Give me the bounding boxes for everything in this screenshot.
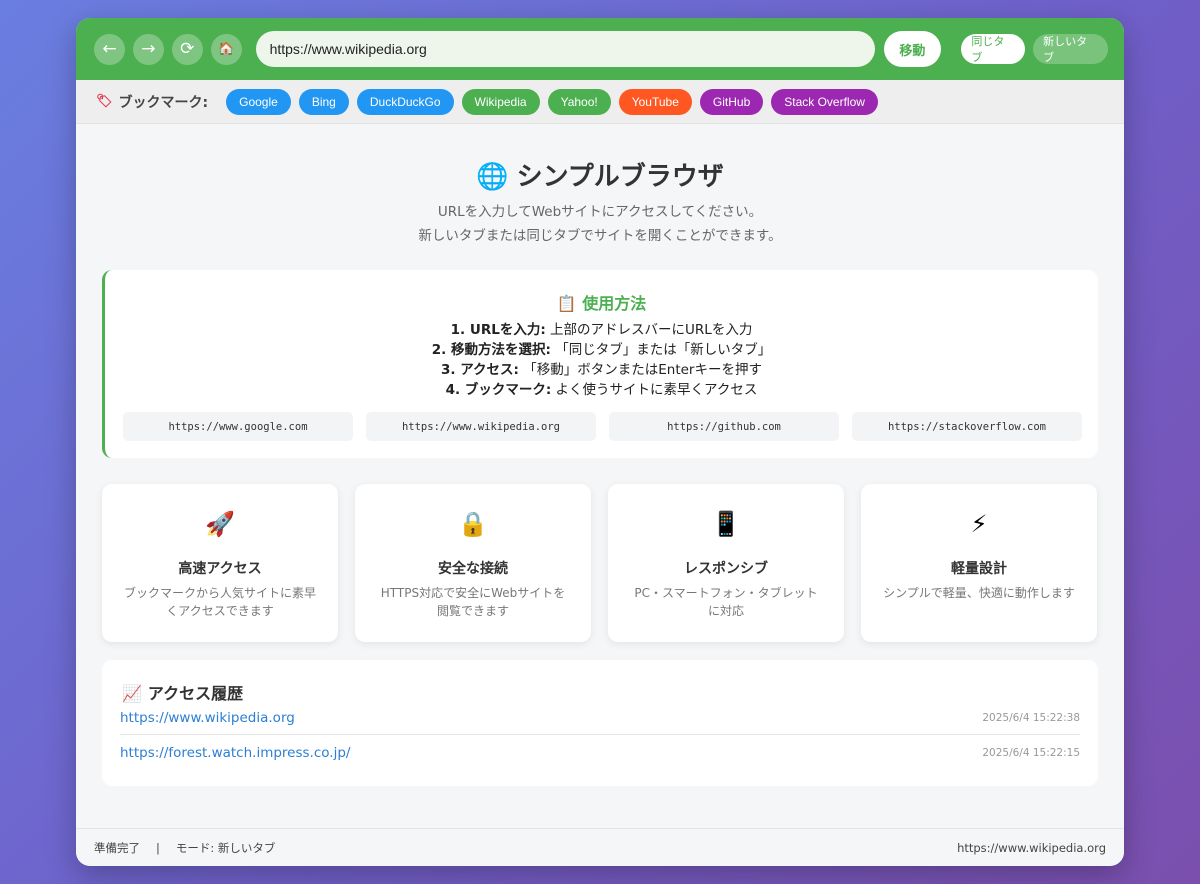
feature-card-speed: 🚀 高速アクセスブックマークから人気サイトに素早くアクセスできます [102, 484, 338, 642]
bookmark-duckduckgo[interactable]: DuckDuckGo [356, 88, 454, 115]
usage-step: 1. URLを入力: 上部のアドレスバーにURLを入力 [105, 320, 1098, 340]
feature-cards: 🚀 高速アクセスブックマークから人気サイトに素早くアクセスできます 🔒 安全な接続 HT… [102, 484, 1097, 642]
usage-steps: 1. URLを入力: 上部のアドレスバーにURLを入力 2. 移動方法を選択: 「… [105, 320, 1098, 400]
usage-title-text: 使用方法 [582, 294, 647, 313]
address-value: https://www.wikipedia.org [269, 41, 427, 57]
history-url[interactable]: https://www.wikipedia.org [120, 710, 295, 726]
history-title: 📈 アクセス履歴 [122, 680, 243, 704]
reload-icon: ⟳ [180, 39, 195, 59]
feature-card-secure: 🔒 安全な接続 HTTPS対応で安全にWebサイトを閲覧できます [355, 484, 591, 642]
globe-icon: 🌐 [476, 162, 509, 192]
new-tab-button[interactable]: 新しいタブ [1033, 34, 1108, 64]
status-separator: | [156, 840, 160, 855]
bookmark-bing[interactable]: Bing [298, 88, 349, 115]
reload-button[interactable]: ⟳ [171, 33, 203, 65]
usage-step-head: 4. ブックマーク: [445, 382, 552, 398]
bookmark-github[interactable]: GitHub [699, 88, 764, 115]
browser-window: ← → ⟳ 🏠 https://www.wikipedia.org 移動 同じタ… [76, 18, 1124, 866]
status-left: 準備完了 | モード: 新しいタブ [94, 840, 275, 856]
example-urls: https://www.google.com https://www.wikipe… [123, 412, 1082, 441]
feature-title: 高速アクセス [178, 561, 262, 577]
usage-step: 3. アクセス: 「移動」ボタンまたはEnterキーを押す [105, 360, 1098, 380]
subtitle-line-2: 新しいタブまたは同じタブでサイトを開くことができます。 [418, 228, 782, 244]
bookmark-stack-overflow[interactable]: Stack Overflow [771, 88, 878, 115]
feature-card-lightweight: ⚡ 軽量設計シンプルで軽量、快適に動作します [861, 484, 1097, 642]
home-button[interactable]: 🏠 [210, 33, 242, 65]
bookmark-google[interactable]: Google [226, 88, 291, 115]
status-bar: 準備完了 | モード: 新しいタブ https://www.wikipedia.or… [76, 828, 1124, 866]
arrow-right-icon: → [141, 39, 156, 59]
bookmark-wikipedia[interactable]: Wikipedia [461, 88, 540, 115]
feature-description: シンプルで軽量、快適に動作します [883, 586, 1075, 600]
feature-title: レスポンシブ [684, 561, 768, 577]
main-content: 🌐 シンプルブラウザ URLを入力してWebサイトにアクセスしてください。 新しい… [76, 124, 1124, 827]
status-url: https://www.wikipedia.org [957, 840, 1106, 855]
usage-step-head: 1. URLを入力: [450, 322, 546, 338]
example-url[interactable]: https://www.wikipedia.org [366, 412, 596, 441]
subtitle-line-1: URLを入力してWebサイトにアクセスしてください。 [437, 204, 763, 220]
feature-title: 安全な接続 [438, 561, 508, 577]
usage-step-text: 上部のアドレスバーにURLを入力 [545, 322, 753, 338]
lightning-icon: ⚡ [970, 510, 988, 538]
example-url[interactable]: https://www.google.com [123, 412, 353, 441]
clipboard-icon: 📋 [556, 294, 577, 313]
example-url[interactable]: https://github.com [609, 412, 839, 441]
page-title: 🌐 シンプルブラウザ [76, 156, 1124, 193]
forward-button[interactable]: → [132, 33, 164, 65]
same-tab-button[interactable]: 同じタブ [961, 34, 1026, 64]
bookmark-youtube[interactable]: YouTube [618, 88, 692, 115]
feature-description: HTTPS対応で安全にWebサイトを閲覧できます [380, 586, 566, 618]
back-button[interactable]: ← [94, 33, 125, 65]
bookmark-label-text: ブックマーク: [118, 94, 209, 111]
feature-description: ブックマークから人気サイトに素早くアクセスできます [124, 586, 317, 618]
feature-card-responsive: 📱 レスポンシブ PC・スマートフォン・タブレットに対応 [608, 484, 844, 642]
feature-title: 軽量設計 [951, 561, 1007, 577]
usage-step-head: 2. 移動方法を選択: [431, 342, 551, 358]
go-button[interactable]: 移動 [883, 31, 942, 67]
lock-icon: 🔒 [458, 510, 488, 538]
usage-step-text: よく使うサイトに素早くアクセス [551, 382, 758, 398]
bookmark-yahoo[interactable]: Yahoo! [547, 88, 611, 115]
chart-icon: 📈 [122, 684, 142, 703]
history-row: https://forest.watch.impress.co.jp/ 2025… [120, 736, 1080, 769]
toolbar: ← → ⟳ 🏠 https://www.wikipedia.org 移動 同じタ… [76, 18, 1124, 80]
usage-title: 📋 使用方法 [105, 290, 1098, 314]
home-icon: 🏠 [218, 41, 235, 57]
feature-description: PC・スマートフォン・タブレットに対応 [634, 586, 818, 618]
history-url[interactable]: https://forest.watch.impress.co.jp/ [120, 745, 350, 761]
address-bar[interactable]: https://www.wikipedia.org [255, 31, 875, 67]
page-subtitle: URLを入力してWebサイトにアクセスしてください。 新しいタブまたは同じタブで… [76, 200, 1124, 248]
usage-step: 2. 移動方法を選択: 「同じタブ」または「新しいタブ」 [105, 340, 1098, 360]
bookmark-list: Google Bing DuckDuckGo Wikipedia Yahoo! YouTu… [226, 88, 878, 115]
history-title-text: アクセス履歴 [147, 684, 244, 703]
mobile-icon: 📱 [711, 510, 741, 538]
history-time: 2025/6/4 15:22:38 [982, 712, 1080, 724]
status-state: 準備完了 [94, 840, 140, 855]
history-time: 2025/6/4 15:22:15 [982, 746, 1080, 759]
history-row: https://www.wikipedia.org 2025/6/4 15:22… [120, 702, 1080, 735]
usage-step: 4. ブックマーク: よく使うサイトに素早くアクセス [105, 380, 1098, 400]
arrow-left-icon: ← [102, 39, 117, 59]
example-url[interactable]: https://stackoverflow.com [852, 412, 1082, 441]
usage-card: 📋 使用方法 1. URLを入力: 上部のアドレスバーにURLを入力 2. 移動方… [102, 270, 1098, 458]
status-mode: モード: 新しいタブ [175, 840, 276, 855]
usage-step-head: 3. アクセス: [441, 362, 519, 378]
usage-step-text: 「同じタブ」または「新しいタブ」 [550, 342, 772, 358]
history-card: 📈 アクセス履歴 https://www.wikipedia.org 2025/6… [102, 660, 1098, 786]
bookmark-bar: 🏷 ブックマーク: Google Bing DuckDuckGo Wikipedia Y… [76, 80, 1124, 124]
usage-step-text: 「移動」ボタンまたはEnterキーを押す [518, 362, 762, 378]
tag-icon: 🏷 [96, 94, 113, 109]
page-title-text: シンプルブラウザ [516, 162, 724, 192]
rocket-icon: 🚀 [205, 510, 235, 538]
bookmark-label: 🏷 ブックマーク: [96, 92, 208, 112]
